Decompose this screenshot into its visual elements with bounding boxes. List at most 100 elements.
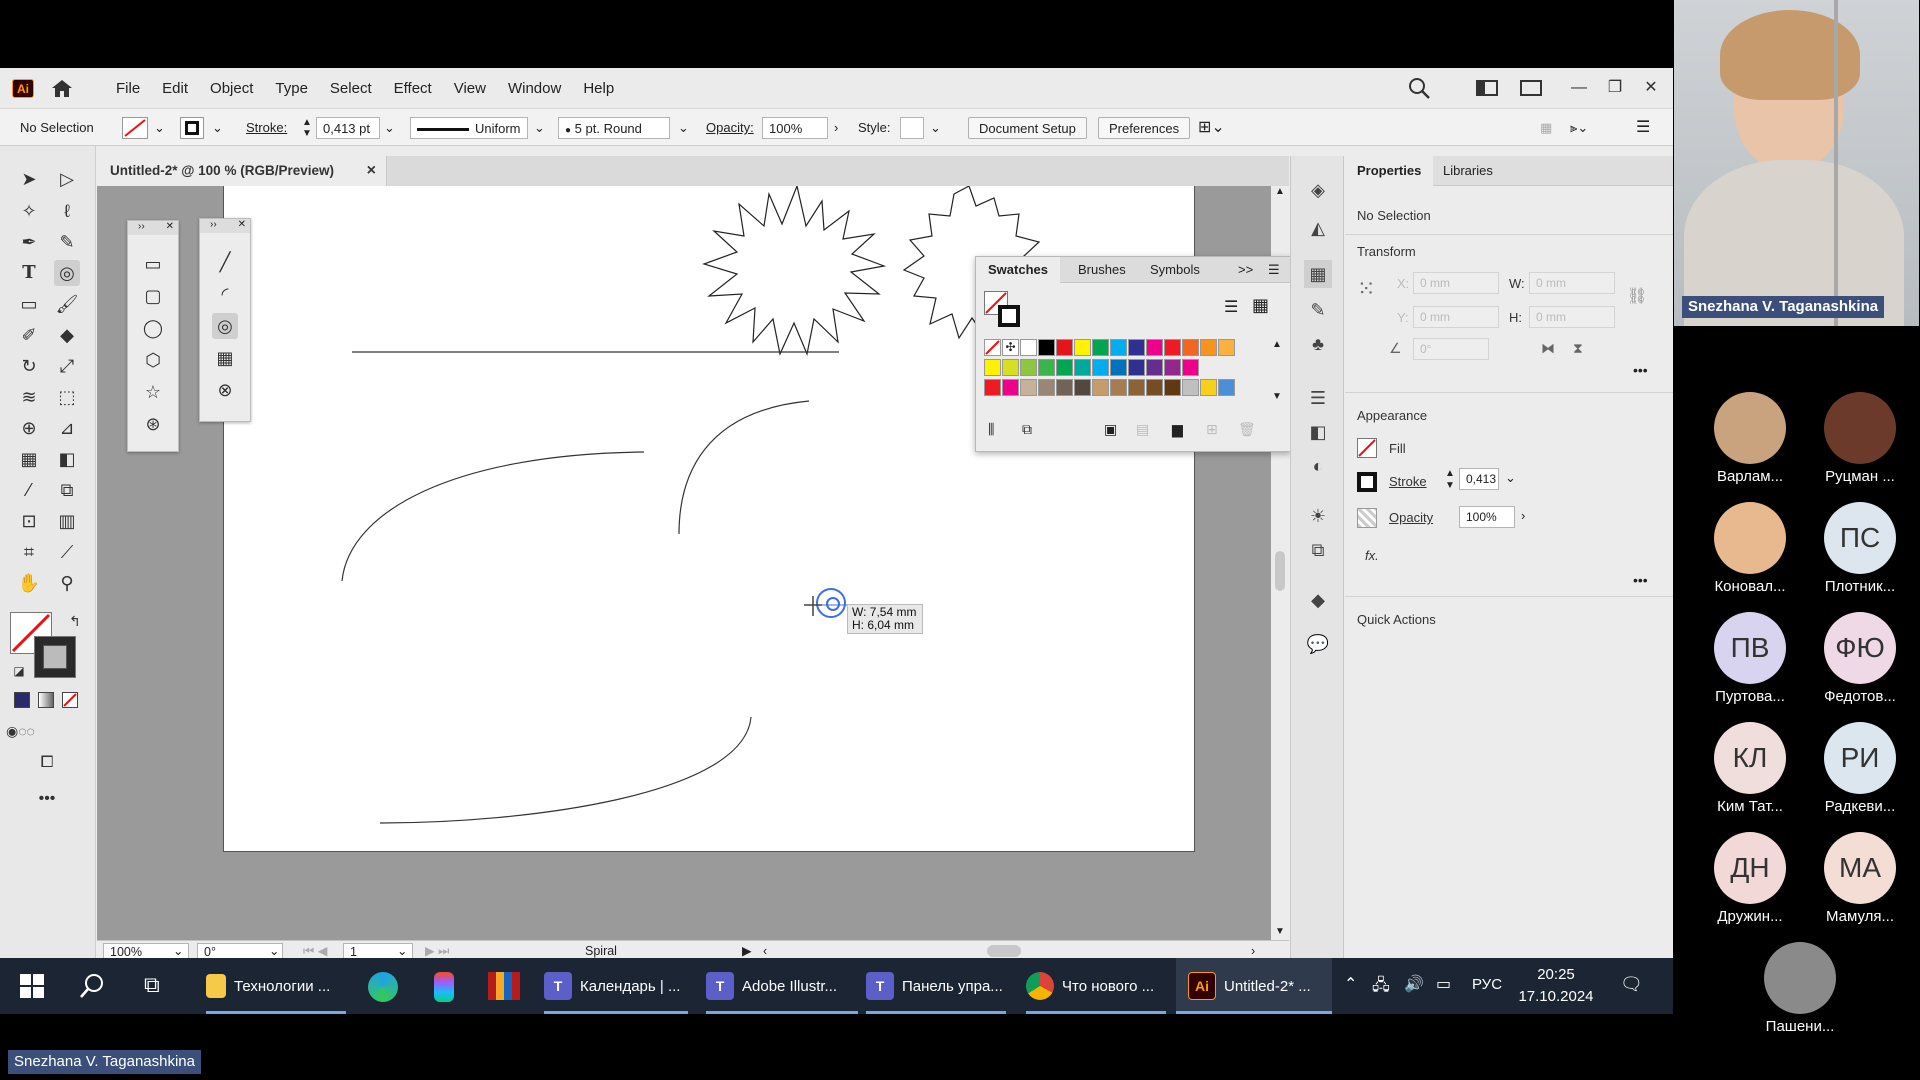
flyout-rectangular-grid-icon[interactable]: ▦ (212, 345, 238, 371)
menu-type[interactable]: Type (275, 80, 308, 97)
arc-curve-bottom[interactable] (379, 716, 752, 824)
h-input[interactable]: 0 mm (1529, 306, 1615, 328)
menu-select[interactable]: Select (330, 80, 372, 97)
pen-tool-icon[interactable]: ✒ (16, 229, 42, 255)
search-taskbar-icon[interactable] (78, 972, 106, 1000)
style-dropdown-icon[interactable]: ⌄ (930, 117, 941, 139)
network-icon[interactable]: 🖧 (1372, 974, 1390, 1001)
panel-expand-icon[interactable]: >> (1238, 257, 1253, 283)
flyout-spiral-icon[interactable]: ◎ (212, 313, 238, 339)
clock[interactable]: 20:25 17.10.2024 (1516, 964, 1596, 1008)
flyout-line-segment-icon[interactable]: ╱ (212, 249, 238, 275)
menu-object[interactable]: Object (210, 80, 253, 97)
scroll-down-arrow-icon[interactable]: ▼ (1271, 926, 1289, 937)
swatch-cell[interactable] (1056, 359, 1073, 376)
align-icon[interactable]: ▦ (1540, 117, 1552, 139)
zoom-dropdown-icon[interactable]: ⌄ (173, 943, 183, 958)
horizontal-scroll-thumb[interactable] (987, 945, 1021, 957)
stroke-panel-icon[interactable]: ☰ (1304, 384, 1332, 412)
participant-tile[interactable]: ДН Дружин... (1695, 832, 1805, 925)
mesh-tool-icon[interactable]: ▦ (16, 446, 42, 472)
stroke-link[interactable]: Stroke (1389, 474, 1427, 489)
swatch-cell[interactable] (984, 359, 1001, 376)
swatch-cell[interactable] (1110, 379, 1127, 396)
flyout-rounded-rectangle-icon[interactable]: ▢ (140, 283, 166, 309)
participant-tile[interactable]: Коновал... (1695, 502, 1805, 595)
swatch-cell[interactable] (1074, 359, 1091, 376)
swatch-cell[interactable] (1110, 339, 1127, 356)
taskbar-item-chrome[interactable]: Что нового ... (1026, 958, 1166, 1014)
appearance-more-icon[interactable]: ••• (1633, 572, 1648, 588)
star-shape[interactable] (702, 186, 887, 357)
panel-menu-icon[interactable]: ☰ (1636, 117, 1650, 139)
transparency-panel-icon[interactable]: ◐ (1304, 452, 1332, 480)
swatches-panel-icon[interactable]: ▦ (1304, 260, 1332, 288)
volume-icon[interactable]: 🔊 (1404, 974, 1424, 994)
opacity-input[interactable]: 100% (762, 117, 828, 139)
swatch-cell[interactable] (1020, 339, 1037, 356)
swatch-cell[interactable]: ✣ (1002, 339, 1019, 356)
shaper-tool-icon[interactable]: ✐ (16, 322, 42, 348)
brush-definition[interactable]: ● 5 pt. Round (558, 117, 670, 139)
tray-chevron-icon[interactable]: ⌃ (1344, 974, 1357, 994)
stroke-color-swatch[interactable] (34, 636, 76, 678)
style-swatch[interactable] (900, 117, 924, 139)
swatch-cell[interactable] (1146, 359, 1163, 376)
notifications-icon[interactable]: 🗨 (1620, 974, 1643, 995)
home-icon[interactable] (50, 78, 74, 98)
direct-selection-tool-icon[interactable]: ▷ (54, 166, 80, 192)
swatch-cell[interactable] (1074, 379, 1091, 396)
swatch-cell[interactable] (1218, 379, 1235, 396)
opacity-label[interactable]: Opacity: (706, 117, 754, 139)
flyout-flare-icon[interactable]: ⊛ (140, 411, 166, 437)
variable-width-profile[interactable]: Uniform (410, 117, 528, 139)
appearance-stroke-swatch[interactable] (1357, 472, 1377, 492)
rotation-dropdown-icon[interactable]: ⌄ (269, 943, 279, 958)
close-tab-icon[interactable]: × (367, 156, 376, 186)
stroke-weight-dropdown-icon-2[interactable]: ⌄ (1505, 470, 1516, 486)
opacity-link[interactable]: Opacity (1389, 510, 1433, 525)
taskbar-item-illustrator[interactable]: Ai Untitled-2* ... (1176, 958, 1332, 1014)
preferences-button[interactable]: Preferences (1098, 117, 1191, 139)
flip-horizontal-icon[interactable]: ⧓ (1541, 340, 1555, 357)
swatch-scroll-down-icon[interactable]: ▼ (1272, 391, 1282, 402)
flyout-polygon-icon[interactable]: ⬡ (140, 347, 166, 373)
battery-icon[interactable]: ▭ (1436, 974, 1451, 994)
workspace-icon[interactable] (1520, 80, 1542, 96)
participant-tile[interactable]: Варлам... (1695, 392, 1805, 485)
brush-dropdown-icon[interactable]: ⌄ (678, 117, 689, 139)
swatch-cell[interactable] (984, 379, 1001, 396)
list-view-icon[interactable]: ☰ (1224, 297, 1238, 317)
appearance-opacity-input[interactable]: 100% (1459, 506, 1515, 528)
distribute-icon[interactable]: ⫸⌄ (1570, 117, 1588, 139)
figma-icon[interactable] (434, 972, 454, 1002)
menu-effect[interactable]: Effect (394, 80, 432, 97)
search-icon[interactable] (1408, 77, 1430, 99)
swatch-cell[interactable] (1056, 339, 1073, 356)
next-artboard-icon[interactable]: ▶ ⏭ (425, 943, 449, 958)
presenter-video[interactable]: Snezhana V. Taganashkina (1674, 0, 1919, 326)
brushes-tab[interactable]: Brushes (1070, 257, 1134, 283)
menu-help[interactable]: Help (583, 80, 614, 97)
gradient-panel-icon[interactable]: ◧ (1304, 418, 1332, 446)
swatch-cell[interactable] (1038, 339, 1055, 356)
type-tool-icon[interactable]: T (16, 260, 42, 286)
perspective-grid-tool-icon[interactable]: ⊿ (54, 415, 80, 441)
taskbar-item-teams-calendar[interactable]: T Календарь | ... (544, 958, 688, 1014)
appearance-fill-swatch[interactable] (1357, 438, 1377, 458)
stroke-weight-dropdown-icon[interactable]: ⌄ (384, 117, 395, 139)
libraries-tab[interactable]: Libraries (1431, 156, 1505, 186)
participant-tile[interactable]: ПВ Пуртова... (1695, 612, 1805, 705)
show-swatch-kinds-icon[interactable]: ⧉ (1022, 421, 1032, 438)
column-graph-tool-icon[interactable]: ▥ (54, 508, 80, 534)
document-setup-button[interactable]: Document Setup (968, 117, 1087, 139)
swap-fill-stroke-icon[interactable]: ↰ (62, 608, 88, 634)
vertical-scroll-thumb[interactable] (1275, 551, 1285, 591)
appearance-stroke-input[interactable]: 0,413 (1459, 468, 1499, 490)
paintbrush-tool-icon[interactable]: 🖌 (54, 291, 80, 317)
stroke-dropdown-icon[interactable]: ⌄ (212, 117, 223, 139)
scroll-left-arrow-icon[interactable]: ‹ (763, 943, 767, 958)
participant-tile[interactable]: Пашени... (1745, 942, 1855, 1035)
magic-wand-tool-icon[interactable]: ✧ (16, 198, 42, 224)
appearance-panel-icon[interactable]: ☀ (1304, 502, 1332, 530)
